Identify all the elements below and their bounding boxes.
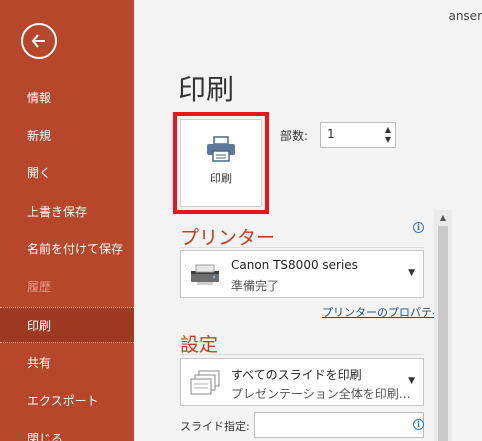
printer-device-icon: [191, 264, 219, 285]
spin-up-icon[interactable]: ▲: [385, 126, 391, 134]
info-icon[interactable]: i: [413, 222, 424, 233]
sidebar-item-save[interactable]: 上書き保存: [0, 194, 134, 230]
printer-section-divider: [180, 247, 424, 248]
printer-dropdown[interactable]: Canon TS8000 series 準備完了 ▼: [180, 250, 424, 298]
slide-spec-input[interactable]: [254, 412, 424, 438]
print-button-label: 印刷: [210, 172, 232, 185]
print-button-highlight: 印刷: [173, 112, 269, 214]
sidebar-item-export[interactable]: エクスポート: [0, 383, 134, 419]
vertical-scrollbar[interactable]: ▲: [434, 210, 452, 441]
spin-down-icon[interactable]: ▼: [385, 136, 391, 144]
printer-section-title: プリンター: [180, 227, 276, 249]
info-icon[interactable]: i: [413, 419, 424, 430]
backstage-sidebar: 情報 新規 開く 上書き保存 名前を付けて保存 履歴 印刷 共有 エクスポート …: [0, 0, 134, 441]
slides-stack-icon: [190, 370, 220, 395]
sidebar-item-close[interactable]: 閉じる: [0, 421, 134, 441]
back-button[interactable]: [21, 23, 57, 59]
sidebar-item-print[interactable]: 印刷: [0, 307, 134, 343]
sidebar-item-open[interactable]: 開く: [0, 155, 134, 191]
slides-option: すべてのスライドを印刷: [231, 368, 362, 382]
sidebar-item-save-as[interactable]: 名前を付けて保存: [0, 231, 134, 267]
settings-section-divider: [180, 354, 424, 355]
slides-option-description: プレゼンテーション全体を印刷…: [231, 387, 411, 401]
sidebar-item-info[interactable]: 情報: [0, 80, 134, 116]
printer-name: Canon TS8000 series: [231, 258, 358, 272]
copies-label: 部数:: [280, 129, 309, 143]
slides-range-dropdown[interactable]: すべてのスライドを印刷 プレゼンテーション全体を印刷… ▼: [180, 358, 424, 406]
sidebar-item-share[interactable]: 共有: [0, 345, 134, 381]
sidebar-item-history: 履歴: [27, 280, 52, 294]
printer-properties-link[interactable]: プリンターのプロパティ: [322, 304, 442, 320]
arrow-left-icon: [31, 34, 45, 48]
slide-spec-label: スライド指定:: [180, 420, 250, 433]
settings-section-title: 設定: [180, 334, 219, 356]
copies-stepper[interactable]: 1 ▲ ▼: [320, 122, 396, 148]
print-button[interactable]: 印刷: [180, 119, 262, 207]
dropdown-arrow-icon: ▼: [408, 376, 415, 386]
print-pane: anser 印刷 印刷 部数: 1 ▲ ▼ プリンター i Canon TS80…: [134, 0, 482, 441]
page-title: 印刷: [178, 73, 235, 106]
printer-status: 準備完了: [231, 279, 280, 293]
printer-icon: [207, 136, 235, 162]
sidebar-item-new[interactable]: 新規: [0, 118, 134, 154]
scroll-up-icon[interactable]: ▲: [434, 210, 452, 226]
scroll-thumb[interactable]: [438, 226, 448, 441]
dropdown-arrow-icon: ▼: [408, 268, 415, 278]
copies-value[interactable]: 1: [327, 127, 335, 141]
user-name[interactable]: anser: [448, 9, 482, 23]
